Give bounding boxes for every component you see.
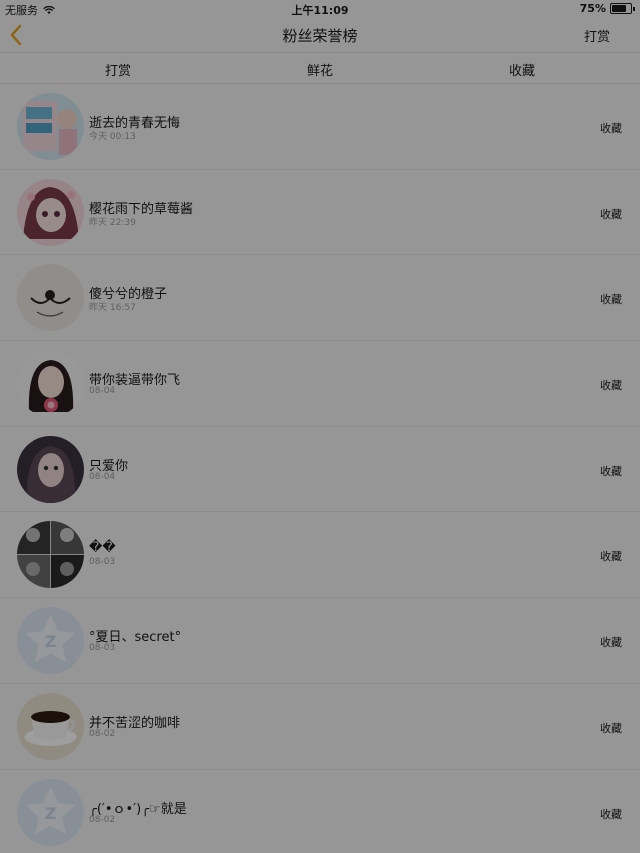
fan-time: 08-02 xyxy=(89,814,116,825)
list-item[interactable]: 只爱你 08-04 收藏 xyxy=(0,427,640,513)
svg-text:Z: Z xyxy=(45,804,57,823)
default-avatar-star-icon: Z xyxy=(17,778,84,846)
tab-flowers[interactable]: 鲜花 xyxy=(260,60,380,79)
fan-time: 昨天 22:39 xyxy=(89,217,136,228)
fan-action: 收藏 xyxy=(600,807,622,821)
fan-name: �� xyxy=(89,540,116,556)
list-item[interactable]: �� 08-03 收藏 xyxy=(0,512,640,599)
status-time: 上午11:09 xyxy=(291,4,349,17)
nav-bar: 粉丝荣誉榜 打赏 xyxy=(0,18,640,52)
fan-action: 收藏 xyxy=(600,207,622,221)
avatar xyxy=(17,350,84,418)
tab-favorites[interactable]: 收藏 xyxy=(462,60,582,79)
list-item[interactable]: Z °夏日、secret° 08-03 收藏 xyxy=(0,598,640,684)
default-avatar-star-icon: Z xyxy=(17,607,84,675)
fan-action: 收藏 xyxy=(600,122,622,135)
list-item[interactable]: 樱花雨下的草莓酱 昨天 22:39 收藏 xyxy=(0,170,640,256)
avatar xyxy=(17,521,84,589)
segment-tabs: 打赏 鲜花 收藏 xyxy=(0,53,640,83)
avatar: Z xyxy=(17,778,84,846)
list-item[interactable]: 并不苦涩的咖啡 08-02 收藏 xyxy=(0,684,640,770)
avatar: Z xyxy=(17,607,84,675)
fan-time: 昨天 16:57 xyxy=(89,303,136,314)
status-right: 75% xyxy=(580,2,635,15)
coffee-cup-icon xyxy=(17,692,84,760)
avatar xyxy=(17,93,84,160)
svg-text:Z: Z xyxy=(45,632,57,651)
avatar xyxy=(17,264,84,332)
fan-time: 08-03 xyxy=(89,557,116,568)
list-item[interactable]: 逝去的青春无悔 今天 00:13 收藏 xyxy=(0,84,640,170)
fan-time: 08-02 xyxy=(89,728,116,739)
battery-fill xyxy=(612,5,626,12)
fan-time: 08-04 xyxy=(89,471,116,482)
battery-percent: 75% xyxy=(579,2,606,15)
fan-action: 收藏 xyxy=(600,721,622,735)
avatar xyxy=(17,692,84,760)
avatar xyxy=(17,435,84,503)
fan-time: 今天 00:13 xyxy=(89,132,136,142)
fan-time: 08-03 xyxy=(89,643,116,654)
list-item[interactable]: Z ╭(′•ｏ•′)╭☞就是 08-02 收藏 xyxy=(0,770,640,853)
fan-action: 收藏 xyxy=(600,293,622,307)
status-bar: 无服务 上午11:09 75% xyxy=(0,0,640,18)
list-item[interactable]: 带你装逼带你飞 08-04 收藏 xyxy=(0,341,640,427)
fan-action: 收藏 xyxy=(600,379,622,393)
fan-action: 收藏 xyxy=(600,550,622,564)
fan-action: 收藏 xyxy=(600,464,622,478)
battery-tip xyxy=(633,6,635,11)
battery-icon xyxy=(610,3,632,14)
fan-list: 逝去的青春无悔 今天 00:13 收藏 樱花雨下的草莓酱 昨天 22:39 收藏 xyxy=(0,84,640,853)
avatar xyxy=(17,178,84,246)
reward-button[interactable]: 打赏 xyxy=(584,26,610,45)
list-item[interactable]: 傻兮兮的橙子 昨天 16:57 收藏 xyxy=(0,255,640,342)
page-title: 粉丝荣誉榜 xyxy=(282,27,358,45)
fan-action: 收藏 xyxy=(600,636,622,650)
tab-reward[interactable]: 打赏 xyxy=(58,60,178,79)
fan-time: 08-04 xyxy=(89,386,116,397)
